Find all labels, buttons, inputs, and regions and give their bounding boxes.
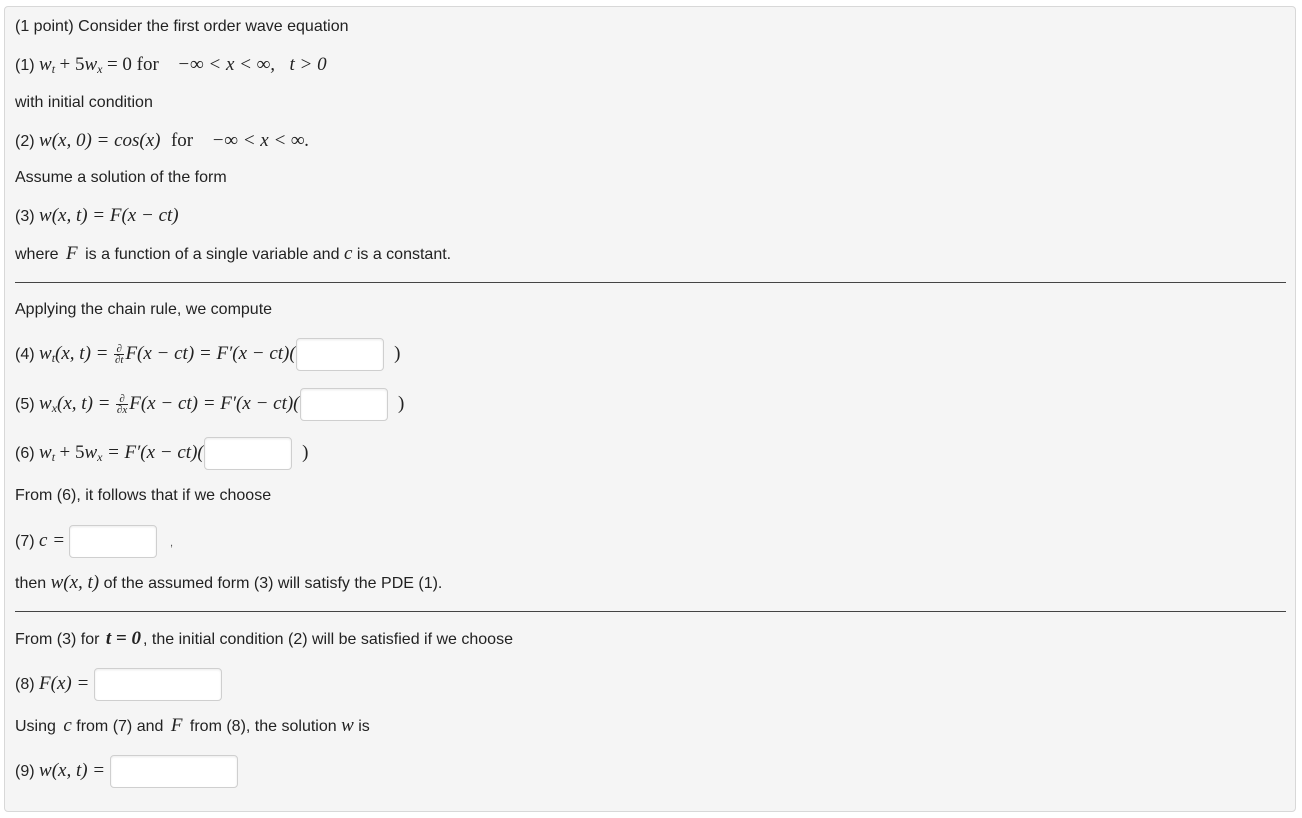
- eq4-partial-frac: ∂ ∂t: [113, 343, 125, 367]
- eq6-wx: wx: [84, 442, 103, 464]
- eq2-for: for: [170, 130, 194, 151]
- eq6-plus: + 5: [59, 442, 85, 463]
- equation-1: (1) wt + 5wx = 0 for −∞ < x < ∞, t > 0: [15, 55, 327, 79]
- equation-8: (8) F(x) =: [15, 667, 222, 702]
- eq1-for: for: [136, 54, 159, 75]
- eq7-expr: c =: [39, 530, 66, 551]
- eq6-rhs: = F′(x − ct)(: [106, 442, 204, 463]
- eq8-expr: F(x) =: [39, 673, 90, 694]
- eq8-tag: (8): [15, 676, 35, 693]
- divider-2: [15, 611, 1286, 612]
- using-mid1: from (7) and: [76, 718, 164, 735]
- eq5-rhs: F(x − ct) = F′(x − ct)(: [129, 393, 300, 414]
- eq5-wx: wx: [39, 393, 58, 415]
- eq9-expr: w(x, t) =: [39, 760, 106, 781]
- eq3-expr: w(x, t) = F(x − ct): [39, 205, 179, 226]
- equation-5: (5) wx(x, t) = ∂ ∂x F(x − ct) = F′(x − ct)…: [15, 387, 404, 425]
- eq3-tag: (3): [15, 208, 35, 225]
- from3-expr: t = 0: [105, 628, 142, 649]
- where-mid: is a function of a single variable and: [85, 246, 340, 263]
- eq2-tag: (2): [15, 133, 35, 150]
- equation-3: (3) w(x, t) = F(x − ct): [15, 206, 179, 227]
- from3-pre: From (3) for: [15, 631, 100, 648]
- then-line: then w(x, t) of the assumed form (3) wil…: [15, 573, 442, 594]
- answer-7-input[interactable]: [69, 525, 158, 559]
- eq5-close: ): [397, 393, 405, 414]
- assume-text: Assume a solution of the form: [15, 169, 227, 186]
- where-post: is a constant.: [356, 246, 452, 263]
- where-line: where F is a function of a single variab…: [15, 244, 451, 265]
- divider-1: [15, 282, 1286, 283]
- ic-text: with initial condition: [15, 94, 153, 111]
- eq9-tag: (9): [15, 763, 35, 780]
- eq2-lhs: w(x, 0) = cos(x): [39, 130, 161, 151]
- eq7-tag: (7): [15, 533, 35, 550]
- where-F: F: [66, 243, 78, 264]
- intro-line: (1 point) Consider the first order wave …: [15, 17, 349, 37]
- eq1-domain: −∞ < x < ∞,: [177, 54, 276, 75]
- eq4-close: ): [394, 343, 401, 364]
- using-w: w: [341, 715, 354, 736]
- equation-7: (7) c = ,: [15, 524, 173, 560]
- eq7-comma: ,: [169, 537, 173, 549]
- eq6-wt: wt: [39, 442, 56, 464]
- where-c: c: [343, 243, 353, 264]
- eq5-partial-frac: ∂ ∂x: [115, 393, 129, 417]
- equation-6: (6) wt + 5wx = F′(x − ct)( ): [15, 436, 309, 474]
- equation-2: (2) w(x, 0) = cos(x) for −∞ < x < ∞.: [15, 131, 309, 152]
- eq1-tag: (1): [15, 57, 35, 74]
- eq1-tcond: t > 0: [289, 54, 327, 75]
- equation-4: (4) wt(x, t) = ∂ ∂t F(x − ct) = F′(x − ct)…: [15, 337, 400, 375]
- answer-5-input[interactable]: [299, 388, 388, 422]
- where-pre: where: [15, 246, 59, 263]
- using-mid2: from (8), the solution: [189, 718, 337, 735]
- eq6-close: ): [302, 442, 309, 463]
- eq4-lhs: (x, t) =: [55, 343, 109, 364]
- from6-text: From (6), it follows that if we choose: [15, 487, 272, 504]
- chain-text: Applying the chain rule, we compute: [15, 301, 273, 318]
- eq1-eq: = 0: [106, 54, 137, 75]
- answer-8-input[interactable]: [93, 668, 222, 702]
- point-label: (1 point): [15, 18, 74, 35]
- using-c: c: [63, 715, 72, 736]
- equation-9: (9) w(x, t) =: [15, 754, 238, 789]
- intro-text: Consider the first order wave equation: [78, 18, 349, 35]
- eq1-wx: wx: [84, 54, 103, 77]
- then-pre: then: [15, 575, 47, 592]
- eq5-tag: (5): [15, 396, 35, 413]
- eq4-rhs: F(x − ct) = F′(x − ct)(: [125, 343, 296, 364]
- answer-4-input[interactable]: [295, 338, 384, 372]
- from3-post: , the initial condition (2) will be sati…: [143, 631, 513, 648]
- using-post: is: [358, 718, 370, 735]
- using-line: Using c from (7) and F from (8), the sol…: [15, 716, 370, 737]
- eq4-tag: (4): [15, 346, 35, 363]
- answer-6-input[interactable]: [203, 437, 292, 471]
- then-expr: w(x, t): [50, 572, 100, 593]
- from3-line: From (3) for t = 0, the initial conditio…: [15, 629, 513, 650]
- then-post: of the assumed form (3) will satisfy the…: [103, 575, 443, 592]
- eq2-domain: −∞ < x < ∞.: [211, 130, 310, 151]
- using-pre: Using: [15, 718, 56, 735]
- eq4-wt: wt: [39, 343, 56, 365]
- eq1-wt: wt: [39, 54, 56, 77]
- answer-9-input[interactable]: [109, 755, 238, 789]
- problem-panel: (1 point) Consider the first order wave …: [4, 6, 1296, 812]
- using-F: F: [170, 715, 183, 736]
- eq5-lhs: (x, t) =: [57, 393, 111, 414]
- eq6-tag: (6): [15, 445, 35, 462]
- eq1-plus: + 5: [59, 54, 85, 75]
